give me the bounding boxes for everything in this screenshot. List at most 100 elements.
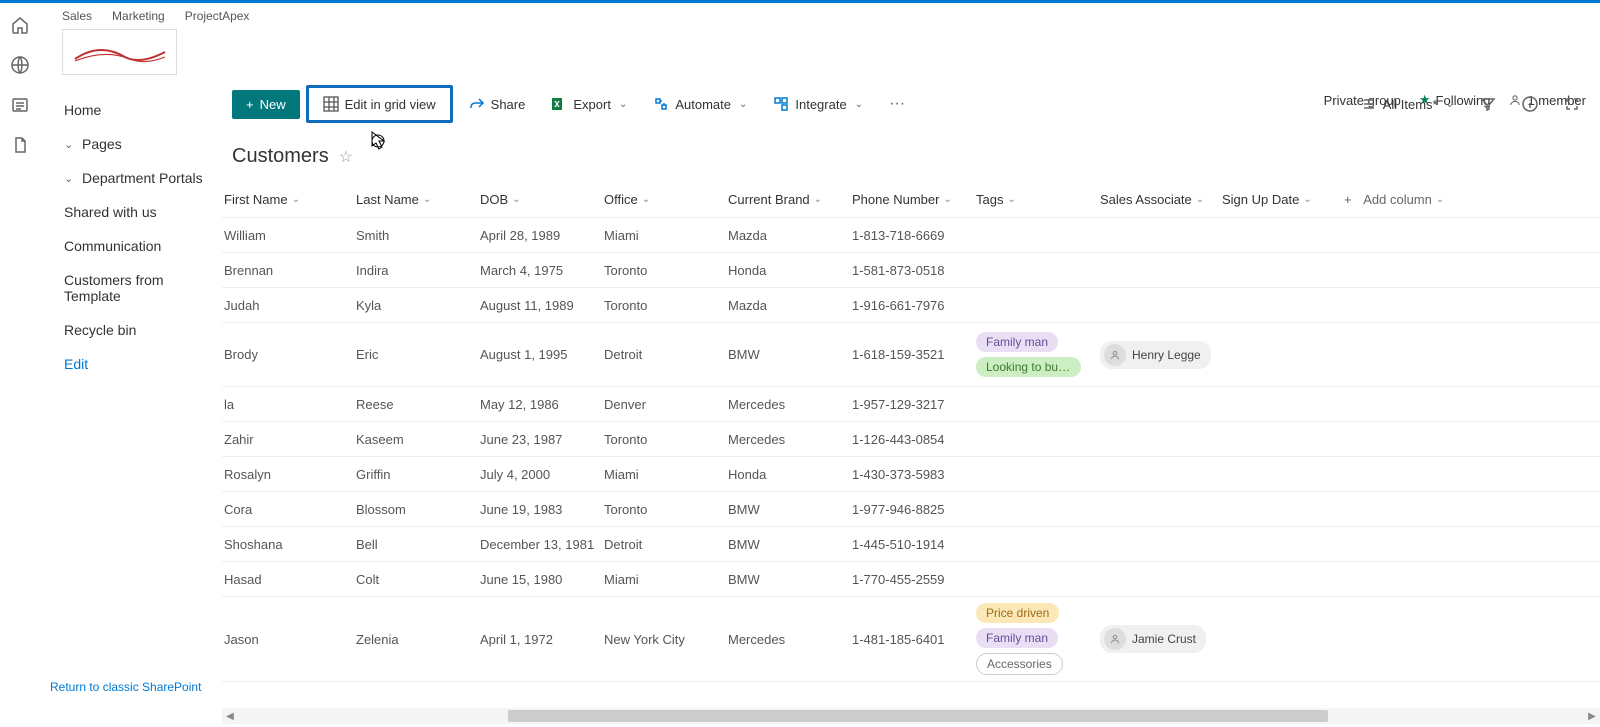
cell-office: New York City [594, 624, 718, 655]
cell-sign-up-date [1212, 297, 1334, 313]
table-row[interactable]: Shoshana Bell December 13, 1981 Detroit … [222, 527, 1600, 562]
cell-last-name: Bell [346, 529, 470, 560]
col-first-name[interactable]: First Name⌄ [222, 184, 346, 215]
avatar [1104, 628, 1126, 650]
nav-shared[interactable]: Shared with us [40, 195, 222, 229]
table-row[interactable]: Brody Eric August 1, 1995 Detroit BMW 1-… [222, 323, 1600, 387]
cell-tags: Family manLooking to buy s... [966, 326, 1090, 383]
chevron-down-icon: ⌄ [619, 99, 627, 110]
nav-home[interactable]: Home [40, 93, 222, 127]
home-icon[interactable] [10, 15, 30, 35]
cell-first-name: Jason [222, 624, 346, 655]
col-tags[interactable]: Tags⌄ [966, 184, 1090, 215]
cell-first-name: la [222, 389, 346, 420]
cell-tags [966, 573, 1090, 585]
nav-department-portals[interactable]: ⌄Department Portals [40, 161, 222, 195]
table-row[interactable]: Cora Blossom June 19, 1983 Toronto BMW 1… [222, 492, 1600, 527]
table-row[interactable]: Jason Zelenia April 1, 1972 New York Cit… [222, 597, 1600, 682]
table-row[interactable]: Hasad Colt June 15, 1980 Miami BMW 1-770… [222, 562, 1600, 597]
nav-edit[interactable]: Edit [40, 347, 222, 381]
command-bar: + New Edit in grid view Share Export ⌄ A… [222, 75, 1600, 133]
cell-last-name: Griffin [346, 459, 470, 490]
cell-empty [1334, 227, 1456, 243]
breadcrumb-item[interactable]: ProjectApex [185, 9, 250, 23]
return-classic-link[interactable]: Return to classic SharePoint [50, 680, 201, 694]
nav-recycle-bin[interactable]: Recycle bin [40, 313, 222, 347]
integrate-button[interactable]: Integrate ⌄ [763, 90, 873, 118]
cell-first-name: Cora [222, 494, 346, 525]
cell-office: Toronto [594, 494, 718, 525]
news-icon[interactable] [10, 95, 30, 115]
cell-office: Toronto [594, 290, 718, 321]
col-sign-up-date[interactable]: Sign Up Date⌄ [1212, 184, 1334, 215]
person-chip[interactable]: Jamie Crust [1100, 625, 1206, 653]
cell-phone: 1-977-946-8825 [842, 494, 966, 525]
col-dob[interactable]: DOB⌄ [470, 184, 594, 215]
cell-first-name: Brody [222, 339, 346, 370]
tag-chip: Family man [976, 332, 1058, 352]
customers-table: First Name⌄ Last Name⌄ DOB⌄ Office⌄ Curr… [222, 182, 1600, 682]
cell-tags [966, 229, 1090, 241]
cell-brand: Honda [718, 459, 842, 490]
person-chip[interactable]: Henry Legge [1100, 341, 1211, 369]
main-area: Home ⌄Pages ⌄Department Portals Shared w… [40, 75, 1600, 699]
scroll-track[interactable] [238, 710, 1584, 722]
cell-last-name: Zelenia [346, 624, 470, 655]
breadcrumb-item[interactable]: Marketing [112, 9, 165, 23]
automate-button[interactable]: Automate ⌄ [643, 90, 757, 118]
cell-sales-associate [1090, 431, 1212, 447]
scroll-thumb[interactable] [508, 710, 1328, 722]
cell-empty [1334, 431, 1456, 447]
table-row[interactable]: Brennan Indira March 4, 1975 Toronto Hon… [222, 253, 1600, 288]
scroll-left-arrow[interactable]: ◀ [222, 711, 238, 722]
nav-communication[interactable]: Communication [40, 229, 222, 263]
cell-office: Detroit [594, 339, 718, 370]
chevron-down-icon: ⌄ [814, 194, 822, 205]
cell-last-name: Kaseem [346, 424, 470, 455]
cell-phone: 1-813-718-6669 [842, 220, 966, 251]
cell-tags [966, 433, 1090, 445]
edit-grid-view-button[interactable]: Edit in grid view [306, 85, 453, 123]
new-button[interactable]: + New [232, 90, 300, 119]
nav-customers-template[interactable]: Customers from Template [40, 263, 222, 313]
view-selector[interactable]: All Items* ⌄ [1355, 90, 1460, 118]
col-sales-associate[interactable]: Sales Associate⌄ [1090, 184, 1212, 215]
col-office[interactable]: Office⌄ [594, 184, 718, 215]
plus-icon: + [246, 97, 254, 112]
cell-sign-up-date [1212, 501, 1334, 517]
site-logo[interactable] [62, 29, 177, 75]
expand-button[interactable] [1558, 90, 1586, 118]
cell-first-name: Zahir [222, 424, 346, 455]
cell-brand: BMW [718, 529, 842, 560]
cell-brand: Mercedes [718, 389, 842, 420]
table-row[interactable]: Rosalyn Griffin July 4, 2000 Miami Honda… [222, 457, 1600, 492]
nav-pages[interactable]: ⌄Pages [40, 127, 222, 161]
share-button[interactable]: Share [459, 90, 536, 118]
breadcrumb-item[interactable]: Sales [62, 9, 92, 23]
table-row[interactable]: Zahir Kaseem June 23, 1987 Toronto Merce… [222, 422, 1600, 457]
favorite-toggle[interactable]: ☆ [339, 147, 353, 167]
list-icon [1361, 96, 1377, 112]
more-actions-button[interactable]: ··· [879, 89, 915, 119]
cell-empty [1334, 297, 1456, 313]
info-button[interactable] [1516, 90, 1544, 118]
table-row[interactable]: William Smith April 28, 1989 Miami Mazda… [222, 218, 1600, 253]
horizontal-scrollbar[interactable]: ◀ ▶ [222, 708, 1600, 724]
scroll-right-arrow[interactable]: ▶ [1584, 711, 1600, 722]
col-phone-number[interactable]: Phone Number⌄ [842, 184, 966, 215]
globe-icon[interactable] [10, 55, 30, 75]
filter-button[interactable] [1474, 90, 1502, 118]
cell-brand: Mazda [718, 220, 842, 251]
cell-first-name: Hasad [222, 564, 346, 595]
table-row[interactable]: Judah Kyla August 11, 1989 Toronto Mazda… [222, 288, 1600, 323]
col-last-name[interactable]: Last Name⌄ [346, 184, 470, 215]
app-rail [0, 3, 40, 727]
add-column-button[interactable]: + Add column⌄ [1334, 184, 1456, 215]
cell-sign-up-date [1212, 262, 1334, 278]
files-icon[interactable] [10, 135, 30, 155]
cell-empty [1334, 501, 1456, 517]
cell-last-name: Colt [346, 564, 470, 595]
col-current-brand[interactable]: Current Brand⌄ [718, 184, 842, 215]
table-row[interactable]: la Reese May 12, 1986 Denver Mercedes 1-… [222, 387, 1600, 422]
export-button[interactable]: Export ⌄ [541, 90, 637, 118]
